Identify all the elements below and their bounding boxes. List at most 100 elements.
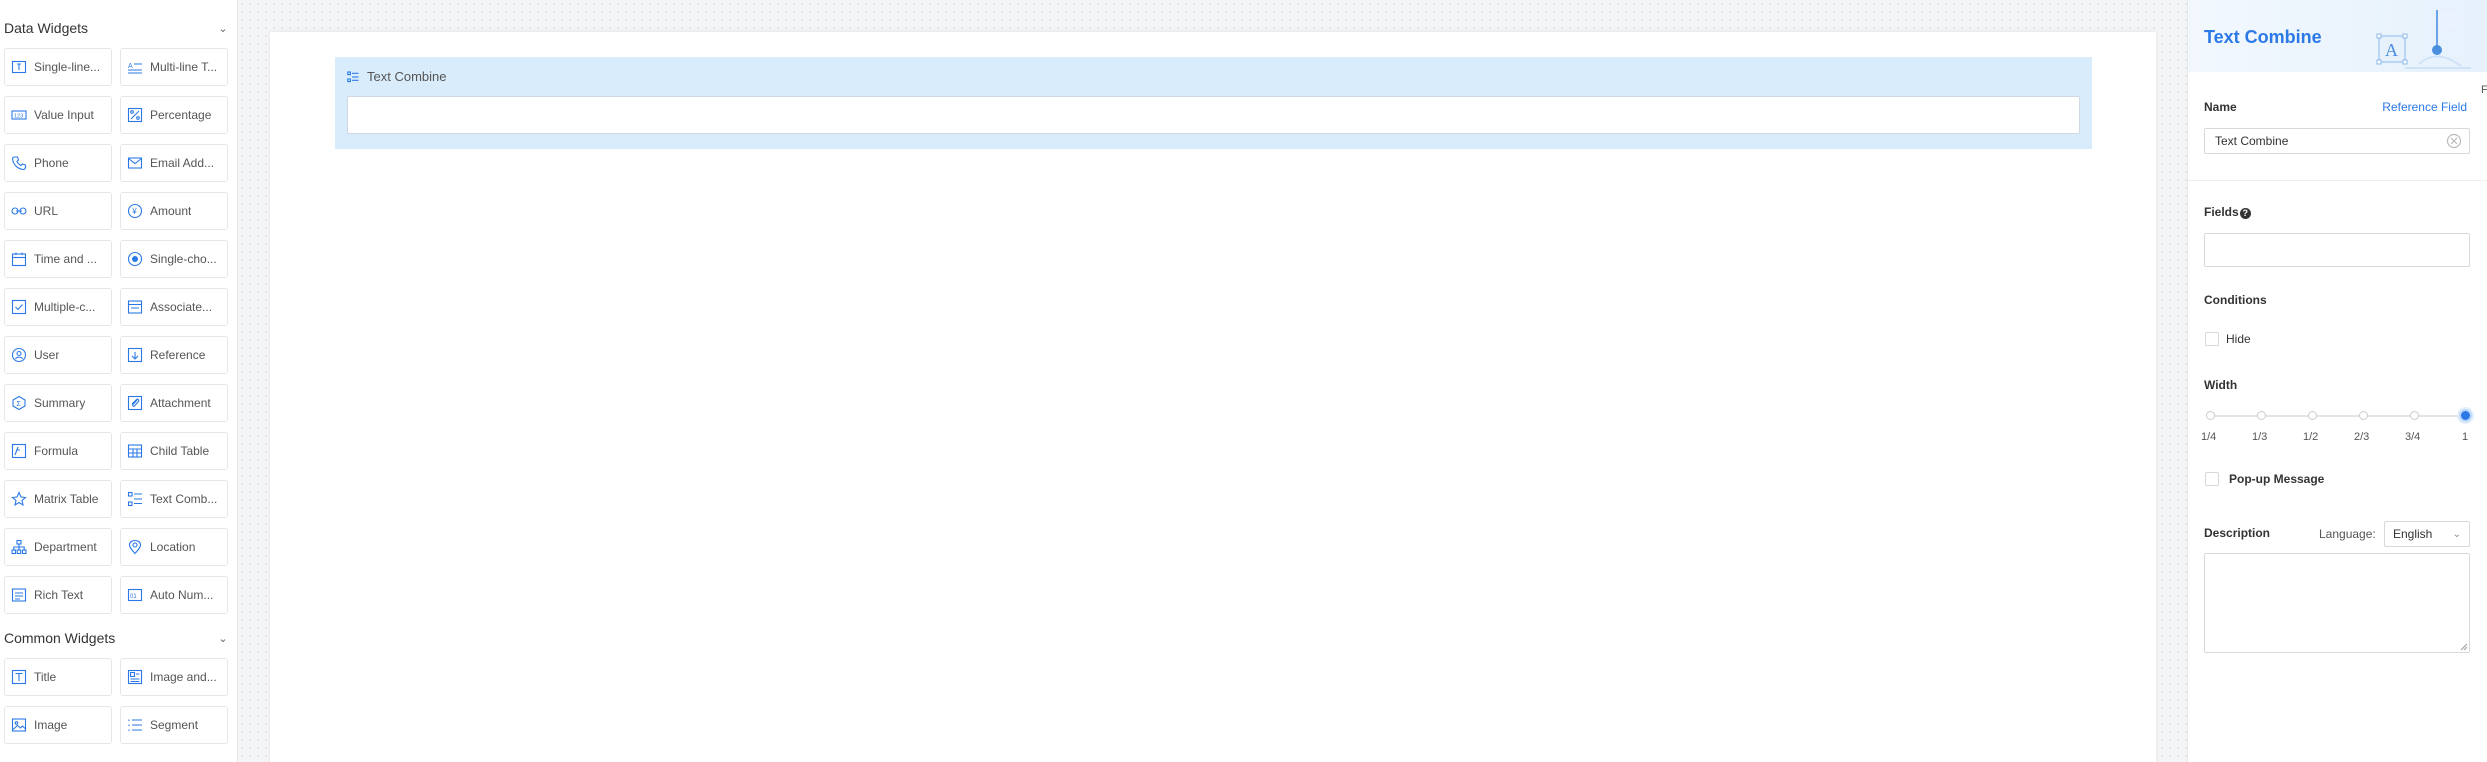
help-icon[interactable]: ? <box>2239 207 2251 219</box>
widget-formula[interactable]: Formula <box>4 432 112 470</box>
field-preview-input[interactable] <box>347 96 2080 134</box>
widget-attachment[interactable]: Attachment <box>120 384 228 422</box>
svg-text:A: A <box>2385 40 2398 60</box>
widget-label: Single-cho... <box>150 252 217 266</box>
svg-text:01: 01 <box>130 594 137 600</box>
widget-label: Image and... <box>150 670 217 684</box>
widget-label: Time and ... <box>34 252 97 266</box>
widget-auto-number[interactable]: 01 Auto Num... <box>120 576 228 614</box>
rich-text-icon <box>11 587 27 603</box>
chevron-down-icon[interactable]: ⌄ <box>217 22 229 35</box>
popup-message-checkbox[interactable] <box>2205 472 2219 486</box>
widget-label: Child Table <box>150 444 210 458</box>
widget-reference[interactable]: Reference <box>120 336 228 374</box>
width-mark-label: 3/4 <box>2405 431 2421 443</box>
width-slider-step[interactable] <box>2307 411 2317 420</box>
width-mark-label: 1/3 <box>2252 431 2268 443</box>
percentage-icon <box>127 107 143 123</box>
reference-field-link[interactable]: Reference Field <box>2382 100 2467 114</box>
width-slider-handle[interactable] <box>2458 409 2472 422</box>
widget-percentage[interactable]: Percentage <box>120 96 228 134</box>
data-widgets-title: Data Widgets <box>4 20 89 36</box>
width-slider-track[interactable] <box>2210 415 2465 417</box>
description-textarea[interactable] <box>2204 553 2470 653</box>
conditions-label: Conditions <box>2204 293 2267 307</box>
phone-icon <box>11 155 27 171</box>
widget-single-line-text[interactable]: Single-line... <box>4 48 112 86</box>
fields-label-text: Fields <box>2204 205 2239 219</box>
description-label: Description <box>2204 526 2271 540</box>
width-slider-step[interactable] <box>2205 411 2215 420</box>
widget-multi-line-text[interactable]: A Multi-line T... <box>120 48 228 86</box>
widget-user[interactable]: User <box>4 336 112 374</box>
field-title: Text Combine <box>347 69 446 84</box>
name-label: Name <box>2204 100 2237 114</box>
width-mark-label: 2/3 <box>2354 431 2370 443</box>
user-icon <box>11 347 27 363</box>
widget-rich-text[interactable]: Rich Text <box>4 576 112 614</box>
chevron-down-icon[interactable]: ⌄ <box>217 632 229 645</box>
hide-checkbox[interactable] <box>2205 332 2219 346</box>
widget-label: Title <box>34 670 57 684</box>
widget-summary[interactable]: Σ Summary <box>4 384 112 422</box>
name-input[interactable] <box>2204 128 2470 154</box>
department-icon <box>11 539 27 555</box>
width-slider-step[interactable] <box>2358 411 2368 420</box>
widget-radio[interactable]: Single-cho... <box>120 240 228 278</box>
widget-matrix-table[interactable]: Matrix Table <box>4 480 112 518</box>
text-combine-field[interactable]: Text Combine <box>335 57 2092 149</box>
chevron-down-icon: ⌄ <box>2452 528 2461 540</box>
width-slider-step[interactable] <box>2409 411 2419 420</box>
resize-grip-icon[interactable] <box>2460 643 2468 651</box>
location-icon <box>127 539 143 555</box>
calendar-icon <box>11 251 27 267</box>
widget-label: Text Comb... <box>150 492 218 506</box>
fields-selector[interactable] <box>2204 233 2470 267</box>
widget-title[interactable]: Title <box>4 658 112 696</box>
widget-image[interactable]: Image <box>4 706 112 744</box>
language-select[interactable]: English ⌄ <box>2384 521 2470 547</box>
widget-associate[interactable]: Associate... <box>120 288 228 326</box>
common-widgets-title: Common Widgets <box>4 630 116 646</box>
title-icon <box>11 669 27 685</box>
width-slider-step[interactable] <box>2256 411 2266 420</box>
width-label: Width <box>2204 378 2238 392</box>
clear-icon[interactable] <box>2446 133 2462 149</box>
widget-label: Image <box>34 718 68 732</box>
widget-child-table[interactable]: Child Table <box>120 432 228 470</box>
text-combine-icon <box>347 70 359 83</box>
data-widgets-header[interactable]: Data Widgets ⌄ <box>0 12 237 44</box>
widget-department[interactable]: Department <box>4 528 112 566</box>
widget-link[interactable]: URL <box>4 192 112 230</box>
widget-phone[interactable]: Phone <box>4 144 112 182</box>
widget-location[interactable]: Location <box>120 528 228 566</box>
multi-line-text-icon: A <box>127 59 143 75</box>
widget-value-input[interactable]: 123 Value Input <box>4 96 112 134</box>
associate-icon <box>127 299 143 315</box>
widget-label: Amount <box>150 204 192 218</box>
width-mark-label: 1/4 <box>2201 431 2217 443</box>
widget-label: Associate... <box>150 300 213 314</box>
widget-calendar[interactable]: Time and ... <box>4 240 112 278</box>
widget-label: Attachment <box>150 396 211 410</box>
widget-label: Multi-line T... <box>150 60 218 74</box>
child-table-icon <box>127 443 143 459</box>
common-widgets-header[interactable]: Common Widgets ⌄ <box>0 622 237 654</box>
widget-label: URL <box>34 204 59 218</box>
widget-checkbox[interactable]: Multiple-c... <box>4 288 112 326</box>
popup-message-label: Pop-up Message <box>2229 472 2325 486</box>
widget-label: Value Input <box>34 108 94 122</box>
form-canvas: Text Combine <box>238 0 2187 762</box>
widget-amount[interactable]: ¥ Amount <box>120 192 228 230</box>
value-input-icon: 123 <box>11 107 27 123</box>
fields-label: Fields? <box>2204 205 2251 219</box>
widget-label: Reference <box>150 348 206 362</box>
widget-segment[interactable]: Segment <box>120 706 228 744</box>
properties-panel: Text Combine A Name Reference Field Fiel… <box>2187 0 2487 762</box>
data-widgets-grid: Single-line... A Multi-line T... 123 Value I… <box>0 44 237 614</box>
widget-image-and-text[interactable]: Image and... <box>120 658 228 696</box>
widget-panel: Data Widgets ⌄ Single-line... A Multi-line… <box>0 0 238 762</box>
widget-email[interactable]: Email Add... <box>120 144 228 182</box>
email-icon <box>127 155 143 171</box>
widget-text-combine[interactable]: Text Comb... <box>120 480 228 518</box>
